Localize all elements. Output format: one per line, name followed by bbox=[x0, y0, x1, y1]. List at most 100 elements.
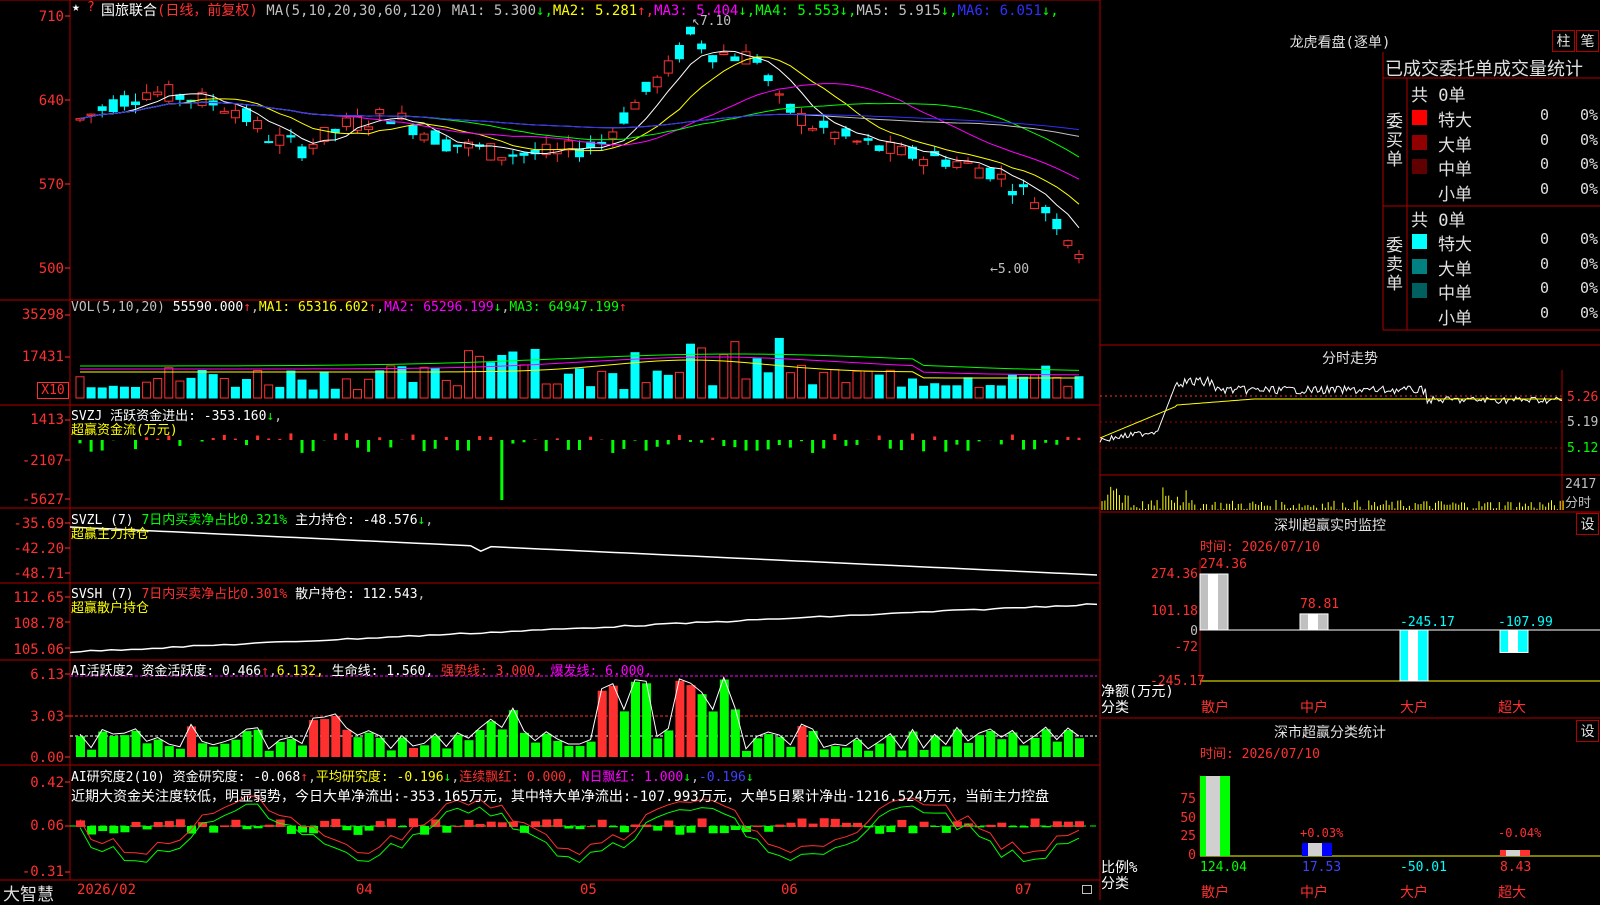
candle-body bbox=[853, 141, 861, 142]
tick-mode-button[interactable]: 笔 bbox=[1576, 30, 1599, 52]
net-amount-bar-highlight bbox=[1508, 630, 1518, 652]
volume-bar bbox=[920, 386, 928, 398]
volume-bar bbox=[276, 387, 284, 398]
column-mode-button[interactable]: 柱 bbox=[1552, 30, 1575, 52]
chart-canvas[interactable] bbox=[0, 0, 1600, 900]
research-bar bbox=[465, 820, 474, 827]
chart-mode: (日线，前复权) bbox=[157, 3, 258, 19]
volume-bar bbox=[231, 387, 239, 398]
activity-bar bbox=[509, 710, 518, 757]
order-row-name: 特大 bbox=[1438, 230, 1472, 255]
volume-bar bbox=[243, 380, 251, 398]
fund-flow-bar bbox=[1078, 438, 1081, 440]
research-bar bbox=[942, 826, 951, 833]
order-row-name: 小单 bbox=[1438, 304, 1472, 329]
candle-body bbox=[1008, 191, 1016, 194]
candle-body bbox=[409, 126, 417, 135]
buy-orders-label: 委买单 bbox=[1386, 113, 1406, 170]
fund-flow-bar bbox=[223, 435, 226, 440]
lock-icon[interactable] bbox=[1082, 885, 1092, 894]
research-bar bbox=[664, 820, 673, 827]
volume-bar bbox=[520, 365, 528, 398]
activity-bar bbox=[542, 734, 551, 757]
fund-flow-bar bbox=[800, 440, 803, 441]
vol-scale-badge[interactable]: X10 bbox=[37, 382, 69, 399]
research-line-green bbox=[80, 804, 1079, 862]
intraday-tick: 5.19 bbox=[1567, 415, 1598, 430]
fund-flow-bar bbox=[201, 440, 204, 441]
activity-bar bbox=[98, 732, 107, 757]
price-tick: 640 bbox=[0, 93, 64, 109]
intraday-tick: 5.12 bbox=[1567, 441, 1598, 456]
ai-research-tick: -0.31 bbox=[0, 864, 64, 880]
volume-bar bbox=[109, 386, 117, 398]
activity-bar bbox=[520, 733, 529, 757]
candle-body bbox=[953, 162, 961, 168]
sz-class-xlabel: 分类 bbox=[1101, 873, 1129, 893]
volume-bar bbox=[576, 369, 584, 398]
question-icon[interactable]: ? bbox=[87, 0, 95, 15]
activity-bar bbox=[1075, 738, 1084, 757]
order-row-name: 大单 bbox=[1438, 131, 1472, 156]
candle-body bbox=[1064, 241, 1072, 246]
research-bar bbox=[453, 826, 462, 827]
research-bar bbox=[542, 819, 551, 827]
activity-bar bbox=[731, 709, 740, 757]
research-bar bbox=[598, 820, 607, 827]
fund-flow-bar bbox=[967, 440, 970, 451]
volume-bar bbox=[98, 388, 106, 398]
candle-body bbox=[920, 160, 928, 166]
activity-bar bbox=[1042, 729, 1051, 757]
activity-bar bbox=[709, 711, 718, 757]
volume-bar bbox=[864, 371, 872, 398]
category-label: 超大 bbox=[1498, 882, 1526, 902]
volume-bar bbox=[498, 355, 506, 398]
ai-research-tick: 0.42 bbox=[0, 775, 64, 791]
sz-monitor-settings-button[interactable]: 设 bbox=[1576, 513, 1599, 535]
ai-research-tick: 0.06 bbox=[0, 818, 64, 834]
research-bar bbox=[376, 821, 385, 827]
bar-value-label: -107.99 bbox=[1498, 615, 1553, 630]
activity-bar bbox=[198, 743, 207, 757]
sz-class-settings-button[interactable]: 设 bbox=[1576, 720, 1599, 742]
activity-bar bbox=[720, 680, 729, 757]
order-row-pct: 0% bbox=[1580, 230, 1598, 248]
volume-bar bbox=[1020, 377, 1028, 398]
research-bar bbox=[287, 826, 296, 834]
candle-body bbox=[1042, 207, 1050, 212]
candle-body bbox=[154, 92, 162, 95]
volume-bar bbox=[587, 387, 595, 398]
sz-class-tick: 25 bbox=[1150, 829, 1196, 844]
candle-body bbox=[254, 121, 262, 129]
volume-bar bbox=[809, 385, 817, 398]
activity-bar bbox=[365, 733, 374, 757]
activity-bar bbox=[920, 750, 929, 757]
research-bar bbox=[731, 826, 740, 830]
research-bar bbox=[120, 826, 129, 832]
research-bar bbox=[831, 819, 840, 827]
activity-bar bbox=[109, 736, 118, 757]
candle-body bbox=[165, 85, 173, 102]
volume-bar bbox=[742, 379, 750, 398]
lhb-tabs[interactable]: 已成交委托单成交量统计 bbox=[1385, 55, 1600, 81]
research-bar bbox=[520, 826, 529, 833]
fund-flow-bar bbox=[523, 440, 526, 442]
research-bar bbox=[1042, 826, 1051, 827]
fund-flow-bar bbox=[478, 436, 481, 440]
fund-flow-bar bbox=[334, 433, 337, 440]
order-row-count: 0 bbox=[1540, 106, 1549, 124]
fund-flow-bar bbox=[289, 433, 292, 440]
candle-body bbox=[664, 61, 672, 73]
fund-flow-bar bbox=[700, 440, 703, 443]
activity-bar bbox=[1020, 745, 1029, 757]
activity-bar bbox=[287, 739, 296, 757]
candle-body bbox=[897, 146, 905, 154]
star-icon[interactable]: ★ bbox=[72, 0, 80, 15]
volume-bar bbox=[953, 386, 961, 398]
activity-bar bbox=[753, 738, 762, 757]
volume-bar bbox=[120, 387, 128, 398]
activity-bar bbox=[964, 743, 973, 757]
brand-logo: 大智慧 bbox=[3, 880, 54, 905]
intraday-price-line bbox=[1100, 377, 1562, 442]
volume-bar bbox=[1008, 375, 1016, 398]
